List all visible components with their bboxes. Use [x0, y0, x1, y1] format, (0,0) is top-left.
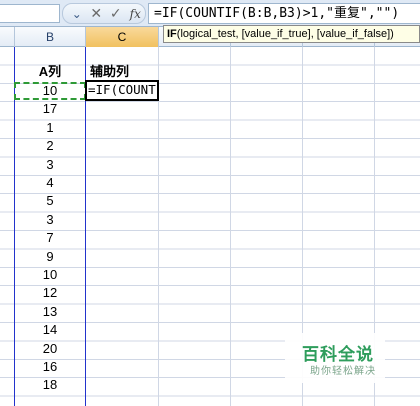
cell-b18[interactable]: 16	[15, 358, 85, 376]
cell-b13[interactable]: 10	[15, 266, 85, 284]
cell-b10[interactable]: 3	[15, 211, 85, 229]
formula-bar: ⌄ ✕ ✓ fx =IF(COUNTIF(B:B,B3)>1,"重复","")	[0, 0, 420, 27]
formula-input[interactable]: =IF(COUNTIF(B:B,B3)>1,"重复","")	[148, 3, 420, 24]
cell-b15[interactable]: 13	[15, 303, 85, 321]
insert-function-icon[interactable]: fx	[126, 4, 146, 23]
column-header-c[interactable]: C	[86, 27, 159, 47]
cell-b4[interactable]: 17	[15, 100, 85, 118]
cell-b2[interactable]: A列	[15, 63, 85, 81]
cell-b16[interactable]: 14	[15, 321, 85, 339]
gridline	[230, 47, 231, 406]
cell-c2[interactable]: 辅助列	[86, 63, 158, 81]
tooltip-args: (logical_test, [value_if_true], [value_i…	[176, 28, 394, 40]
formula-buttons: ⌄ ✕ ✓ fx	[62, 3, 146, 24]
cell-b7[interactable]: 3	[15, 156, 85, 174]
cell-b14[interactable]: 12	[15, 284, 85, 302]
name-box[interactable]	[0, 4, 60, 23]
cell-b6[interactable]: 2	[15, 137, 85, 155]
column-header-a-partial[interactable]	[0, 27, 15, 47]
cell-b11[interactable]: 7	[15, 229, 85, 247]
column-header-b[interactable]: B	[15, 27, 86, 47]
cell-b8[interactable]: 4	[15, 174, 85, 192]
cell-b9[interactable]: 5	[15, 192, 85, 210]
cell-b12[interactable]: 9	[15, 248, 85, 266]
cell-c3-editing[interactable]: =IF(COUNT	[88, 81, 156, 99]
chevron-down-icon[interactable]: ⌄	[67, 4, 87, 23]
cell-b17[interactable]: 20	[15, 340, 85, 358]
watermark-subtitle: 助你轻松解决	[310, 366, 376, 377]
cell-b3[interactable]: 10	[15, 82, 85, 100]
cancel-icon[interactable]: ✕	[87, 4, 107, 23]
cell-b19[interactable]: 18	[15, 376, 85, 394]
cell-b5[interactable]: 1	[15, 119, 85, 137]
tooltip-function-name[interactable]: IF	[167, 28, 177, 40]
enter-icon[interactable]: ✓	[106, 4, 126, 23]
function-tooltip: IF(logical_test, [value_if_true], [value…	[163, 25, 420, 43]
